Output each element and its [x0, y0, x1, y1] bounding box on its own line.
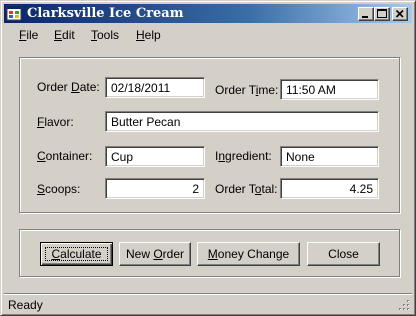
calculate-button[interactable]: Calculate [40, 242, 113, 266]
menu-bar: File Edit Tools Help [4, 24, 412, 46]
flavor-label: Flavor: [37, 115, 74, 129]
app-icon[interactable] [6, 5, 22, 21]
ingredient-field[interactable]: None [280, 146, 379, 167]
minimize-button[interactable] [358, 7, 374, 21]
window-title: Clarksville Ice Cream [27, 6, 184, 21]
status-text: Ready [8, 298, 43, 312]
order-total-label: Order Total: [215, 182, 278, 196]
main-window: Clarksville Ice Cream File Edit Tools He… [0, 0, 416, 316]
scoops-label: Scoops: [37, 182, 81, 196]
menu-tools[interactable]: Tools [91, 28, 119, 42]
minimize-icon [362, 16, 368, 18]
ingredient-label: Ingredient: [215, 149, 272, 163]
container-label: Container: [37, 149, 93, 163]
close-window-button[interactable] [392, 7, 408, 21]
menu-help[interactable]: Help [136, 28, 161, 42]
maximize-icon [377, 9, 387, 18]
menu-file[interactable]: File [19, 28, 38, 42]
title-bar[interactable]: Clarksville Ice Cream [4, 4, 412, 23]
order-time-label: Order Time: [215, 83, 279, 97]
order-date-label: Order Date: [37, 80, 100, 94]
flavor-field[interactable]: Butter Pecan [105, 111, 379, 132]
new-order-button[interactable]: New Order [119, 242, 191, 266]
resize-grip-icon[interactable] [398, 299, 410, 311]
status-bar: Ready [4, 293, 412, 313]
menu-edit[interactable]: Edit [54, 28, 75, 42]
scoops-field[interactable]: 2 [105, 178, 205, 199]
order-total-field[interactable]: 4.25 [280, 178, 379, 199]
money-change-button[interactable]: Money Change [197, 242, 300, 266]
close-button[interactable]: Close [307, 242, 380, 266]
order-date-field[interactable]: 02/18/2011 [105, 77, 205, 98]
order-time-field[interactable]: 11:50 AM [280, 79, 379, 100]
close-icon [395, 9, 404, 18]
container-field[interactable]: Cup [105, 146, 205, 167]
maximize-button[interactable] [374, 7, 390, 21]
